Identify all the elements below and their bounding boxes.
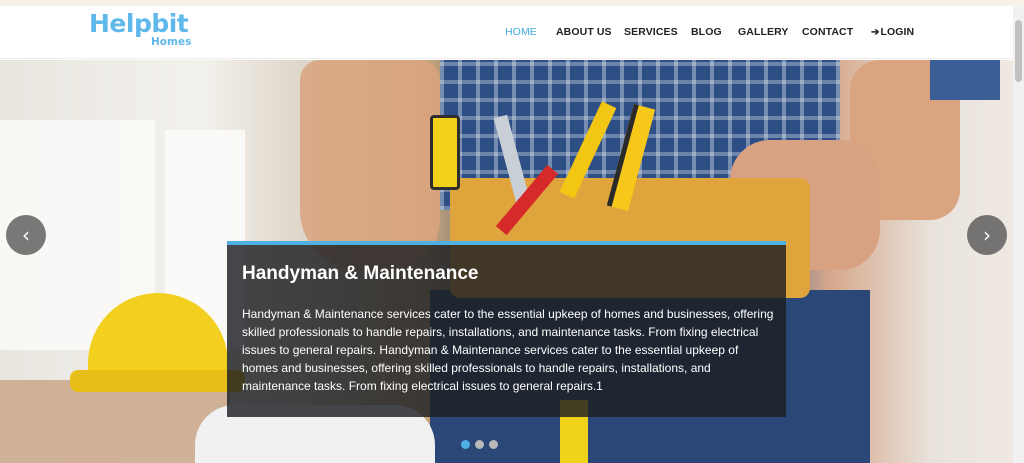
site-header: Helpbit Homes HOME ABOUT US SERVICES BLO…: [0, 6, 1013, 59]
slider-indicator-1[interactable]: [461, 440, 470, 449]
slide-caption-text: Handyman & Maintenance services cater to…: [242, 307, 774, 393]
slide-caption-title: Handyman & Maintenance: [242, 263, 479, 284]
hero-slider: ‹ › Handyman & Maintenance Handyman & Ma…: [0, 60, 1013, 463]
slider-next-button[interactable]: ›: [967, 215, 1007, 255]
hero-image-arm: [300, 60, 440, 270]
slide-caption: Handyman & Maintenance Handyman & Mainte…: [227, 241, 786, 417]
hero-image-tape-measure: [430, 115, 460, 190]
nav-about-us[interactable]: ABOUT US: [556, 26, 612, 38]
nav-home[interactable]: HOME: [505, 26, 537, 38]
slider-indicators: [461, 440, 498, 449]
slider-prev-button[interactable]: ‹: [6, 215, 46, 255]
chevron-left-icon: ‹: [22, 223, 30, 247]
nav-login-label: LOGIN: [880, 26, 915, 38]
hero-image-sleeve: [930, 60, 1000, 100]
nav-services[interactable]: SERVICES: [624, 26, 678, 38]
nav-contact[interactable]: CONTACT: [802, 26, 853, 38]
nav-gallery[interactable]: GALLERY: [738, 26, 788, 38]
main-nav: HOME ABOUT US SERVICES BLOG GALLERY CONT…: [0, 6, 1013, 59]
hero-image-hard-hat-brim: [70, 370, 245, 392]
slider-indicator-2[interactable]: [475, 440, 484, 449]
page-scrollbar[interactable]: [1013, 6, 1024, 463]
sign-in-icon: ➔: [871, 27, 880, 38]
nav-login[interactable]: ➔LOGIN: [871, 26, 914, 38]
slider-indicator-3[interactable]: [489, 440, 498, 449]
scrollbar-thumb[interactable]: [1015, 20, 1022, 82]
chevron-right-icon: ›: [983, 223, 991, 247]
nav-blog[interactable]: BLOG: [691, 26, 722, 38]
